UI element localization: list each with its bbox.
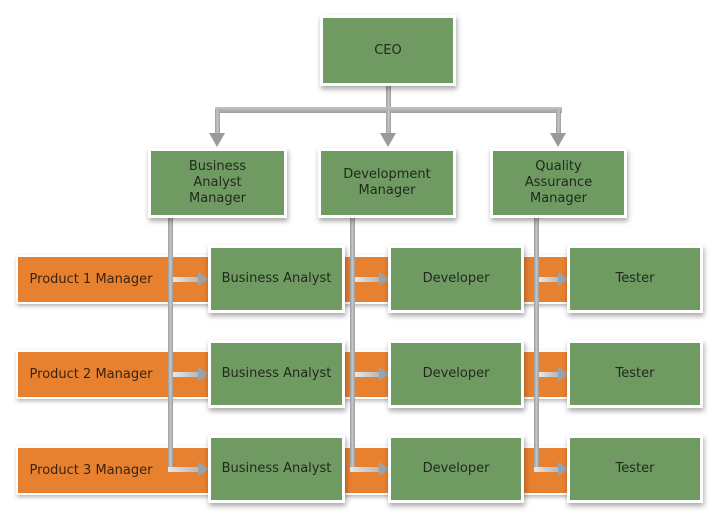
role-label: Tester [615, 366, 655, 381]
ba-manager-label: Business Analyst Manager [188, 159, 247, 206]
role-box: Business Analyst [208, 435, 345, 503]
role-box: Business Analyst [208, 340, 345, 408]
connector-qa-manager [556, 110, 561, 135]
role-label: Tester [615, 271, 655, 286]
arrow-right-icon [350, 462, 390, 476]
role-box: Developer [388, 340, 524, 408]
arrow-right-icon [539, 367, 569, 381]
role-box: Business Analyst [208, 245, 345, 313]
role-label: Business Analyst [221, 366, 332, 381]
role-label: Tester [615, 461, 655, 476]
qa-manager-label: Quality Assurance Manager [524, 159, 593, 206]
role-box: Tester [567, 245, 703, 313]
dev-manager-label: Development Manager [343, 167, 431, 198]
product-manager-label: Product 3 Manager [29, 463, 153, 478]
role-box: Tester [567, 435, 703, 503]
ceo-box: CEO [320, 15, 456, 86]
role-box: Tester [567, 340, 703, 408]
ceo-label: CEO [374, 42, 402, 58]
connector-dev-manager [386, 110, 391, 135]
ba-manager-box: Business Analyst Manager [148, 148, 287, 218]
arrow-down-icon [380, 133, 396, 147]
product-manager-label: Product 2 Manager [29, 367, 153, 382]
product-manager-label: Product 1 Manager [29, 272, 153, 287]
dev-manager-box: Development Manager [318, 148, 456, 218]
arrow-right-icon [168, 462, 209, 476]
arrow-right-icon [173, 272, 209, 286]
qa-manager-line [534, 218, 539, 471]
arrow-down-icon [550, 133, 566, 147]
ba-manager-line [168, 218, 173, 471]
arrow-right-icon [539, 272, 569, 286]
arrow-right-icon [534, 462, 569, 476]
arrow-right-icon [173, 367, 209, 381]
role-label: Business Analyst [221, 461, 332, 476]
arrow-right-icon [355, 367, 390, 381]
arrow-down-icon [209, 133, 225, 147]
role-label: Developer [422, 366, 490, 381]
role-label: Developer [422, 461, 490, 476]
role-box: Developer [388, 435, 524, 503]
role-box: Developer [388, 245, 524, 313]
arrow-right-icon [355, 272, 390, 286]
dev-manager-line [350, 218, 355, 471]
role-label: Developer [422, 271, 490, 286]
role-label: Business Analyst [221, 271, 332, 286]
qa-manager-box: Quality Assurance Manager [490, 148, 627, 218]
connector-ba-manager [215, 110, 220, 135]
